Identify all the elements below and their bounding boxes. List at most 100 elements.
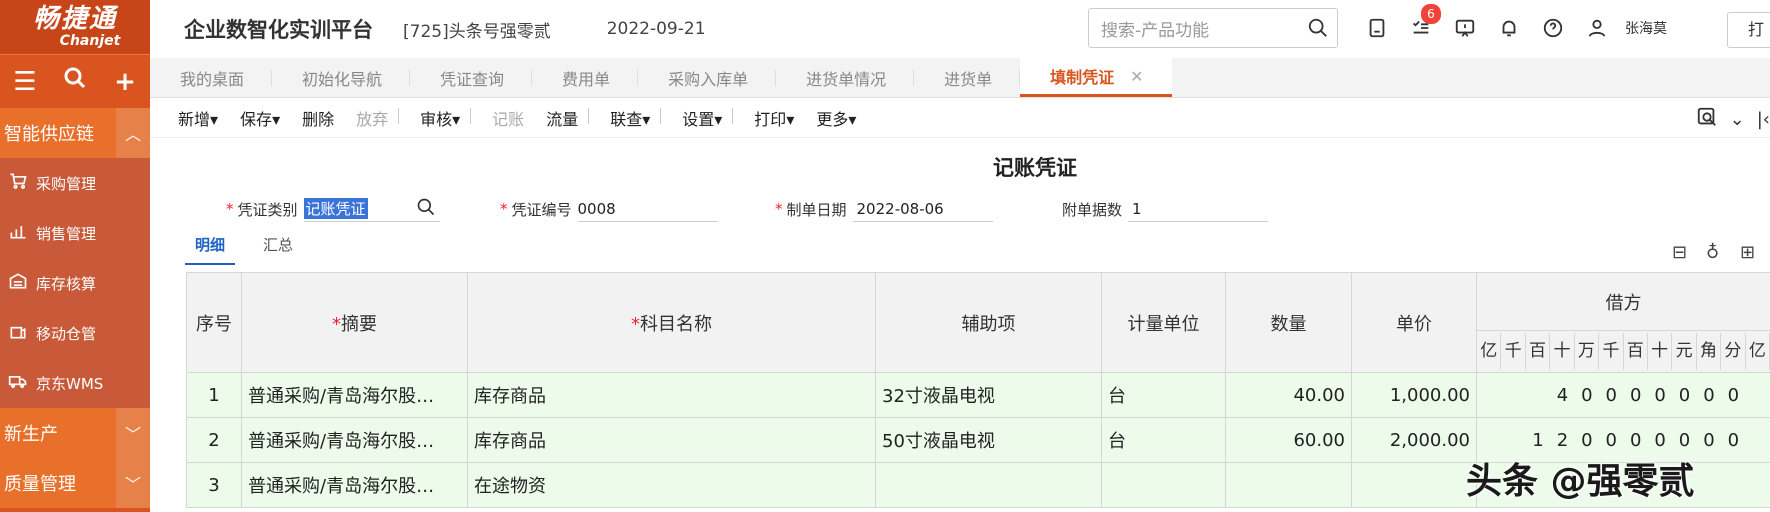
layout-icon[interactable]: ⊞ (1740, 242, 1770, 263)
debit-digit: 0 (1605, 384, 1617, 406)
cell-aux[interactable]: 32寸液晶电视 (875, 372, 1102, 418)
cell-summary[interactable]: 普通采购/青岛海尔股… (241, 462, 468, 508)
sidebar-tools: ☰ + (0, 54, 150, 108)
message-icon[interactable] (1443, 10, 1487, 46)
cell-qty[interactable]: 40.00 (1225, 372, 1352, 418)
table-row[interactable]: 1 普通采购/青岛海尔股… 库存商品 32寸液晶电视 台 40.00 1,000… (186, 372, 1770, 418)
tab-fill-voucher[interactable]: 填制凭证 ✕ (1020, 58, 1172, 97)
tab-summary[interactable]: 汇总 (253, 230, 303, 265)
sidebar-group-production[interactable]: 新生产 ﹀ (0, 408, 150, 458)
detail-tabs: 明细 汇总 (185, 230, 321, 265)
digit-header: 十 (1550, 333, 1575, 370)
cashflow-button[interactable]: 流量 (546, 106, 578, 130)
chevron-up-icon[interactable]: ︿ (116, 108, 150, 158)
chevron-down-icon[interactable]: ﹀ (116, 458, 150, 508)
query-dropdown[interactable]: 联查▾ (588, 106, 650, 130)
col-aux: 辅助项 (875, 272, 1102, 373)
col-summary: *摘要 (241, 272, 468, 373)
account-name: [725]头条号强零贰 (403, 21, 551, 42)
cell-debit[interactable]: 40000000 (1476, 372, 1770, 418)
chevron-down-icon[interactable]: ﹀ (116, 408, 150, 458)
cell-aux[interactable] (875, 462, 1102, 508)
cell-price[interactable]: 2,000.00 (1351, 417, 1477, 463)
delete-button[interactable]: 删除 (302, 106, 334, 130)
cell-aux[interactable]: 50寸液晶电视 (875, 417, 1102, 463)
cell-seq: 2 (186, 417, 242, 463)
attachment-count-input[interactable]: 1 (1128, 196, 1269, 222)
debit-digit: 0 (1678, 384, 1691, 406)
top-header: 企业数智化实训平台 [725]头条号强零贰 2022-09-21 搜索-产品功能… (150, 0, 1770, 58)
add-dropdown[interactable]: 新增▾ (178, 106, 218, 130)
tab-purchase-order[interactable]: 进货单 (914, 58, 1021, 97)
more-dropdown[interactable]: 更多▾ (816, 106, 856, 130)
menu-icon[interactable]: ☰ (5, 67, 45, 97)
col-debit: 借方 (1476, 272, 1770, 331)
tab-purchase-status[interactable]: 进货单情况 (776, 58, 915, 97)
cell-summary[interactable]: 普通采购/青岛海尔股… (241, 372, 468, 418)
debit-digit: 4 (1556, 384, 1569, 406)
add-icon[interactable]: + (105, 67, 145, 97)
sidebar-group-quality[interactable]: 质量管理 ﹀ (0, 458, 150, 508)
discard-button[interactable]: 放弃 (356, 106, 388, 130)
close-icon[interactable]: ✕ (1130, 67, 1143, 86)
tab-init-guide[interactable]: 初始化导航 (272, 58, 411, 97)
sidebar-item-mobile-warehouse[interactable]: 移动仓管 (0, 308, 150, 358)
save-dropdown[interactable]: 保存▾ (240, 106, 280, 130)
user-name[interactable]: 张海莫 (1625, 18, 1667, 38)
tab-expense[interactable]: 费用单 (532, 58, 639, 97)
cell-account[interactable]: 库存商品 (467, 417, 876, 463)
bell-icon[interactable] (1487, 10, 1531, 46)
sidebar-group-label: 智能供应链 (4, 124, 94, 145)
sidebar-item-sales[interactable]: 销售管理 (0, 208, 150, 258)
collapse-left-icon[interactable]: |‹ (1757, 109, 1770, 130)
app-title: 企业数智化实训平台 (184, 18, 373, 42)
post-button[interactable]: 记账 (470, 106, 524, 130)
cell-qty[interactable] (1225, 462, 1352, 508)
voucher-no-input[interactable]: 0008 (577, 196, 718, 222)
calculator-icon[interactable] (1355, 10, 1399, 46)
sidebar-item-jd-wms[interactable]: 京东WMS (0, 358, 150, 408)
tab-purchase-receipt[interactable]: 采购入库单 (638, 58, 777, 97)
print-dropdown[interactable]: 打印▾ (732, 106, 794, 130)
logo-cn: 畅捷通 (32, 4, 117, 34)
voucher-no-label: 凭证编号 (511, 200, 572, 219)
search-icon[interactable] (416, 197, 436, 221)
task-list-icon[interactable]: 6 (1399, 4, 1443, 46)
sidebar-group-supply-chain[interactable]: 智能供应链 ︿ (0, 108, 150, 158)
sidebar-item-inventory[interactable]: 库存核算 (0, 258, 150, 308)
debit-digit: 0 (1703, 429, 1715, 451)
attachment-count-label: 附单据数 (1062, 200, 1123, 219)
cell-price[interactable] (1351, 462, 1477, 508)
sidebar-item-purchase[interactable]: 采购管理 (0, 158, 150, 208)
print-button[interactable]: 打 (1727, 12, 1770, 48)
preview-icon[interactable] (1696, 106, 1718, 133)
voucher-date-field: * 制单日期 2022-08-06 (775, 196, 993, 222)
voucher-title: 记账凭证 (993, 156, 1077, 180)
cell-price[interactable]: 1,000.00 (1351, 372, 1477, 418)
cell-account[interactable]: 库存商品 (467, 372, 876, 418)
user-icon[interactable] (1575, 10, 1619, 46)
search-icon[interactable] (1307, 17, 1329, 44)
column-settings-icon[interactable]: ⊟ (1672, 242, 1706, 263)
cell-unit[interactable]: 台 (1101, 417, 1226, 463)
tab-desktop[interactable]: 我的桌面 (150, 58, 273, 97)
cell-qty[interactable]: 60.00 (1225, 417, 1352, 463)
search-input[interactable]: 搜索-产品功能 (1088, 8, 1338, 48)
audit-dropdown[interactable]: 审核▾ (398, 106, 460, 130)
tab-voucher-query[interactable]: 凭证查询 (410, 58, 533, 97)
tab-detail[interactable]: 明细 (185, 230, 236, 265)
header-icons: 6 张海莫 (1355, 4, 1667, 46)
cell-account[interactable]: 在途物资 (467, 462, 876, 508)
search-icon[interactable] (55, 66, 95, 97)
cell-unit[interactable] (1101, 462, 1226, 508)
cell-unit[interactable]: 台 (1101, 372, 1226, 418)
sidebar-group-label: 质量管理 (4, 474, 76, 495)
cell-summary[interactable]: 普通采购/青岛海尔股… (241, 417, 468, 463)
money-bag-icon[interactable]: ♁ (1706, 242, 1740, 263)
settings-dropdown[interactable]: 设置▾ (660, 106, 722, 130)
help-icon[interactable] (1531, 10, 1575, 46)
debit-digit: 0 (1727, 384, 1740, 406)
voucher-date-input[interactable]: 2022-08-06 (852, 196, 993, 222)
chevron-down-icon[interactable]: ⌄ (1730, 109, 1745, 130)
digit-header: 万 (1575, 333, 1600, 370)
